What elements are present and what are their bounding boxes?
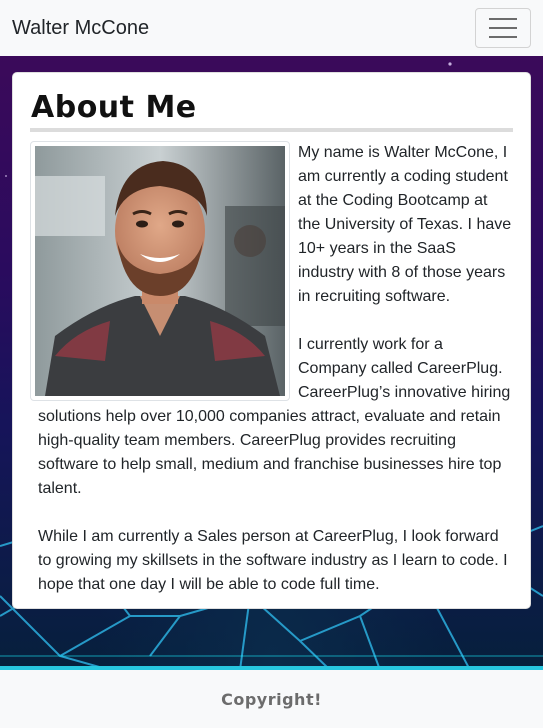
- title-divider: [30, 128, 513, 132]
- about-card: About Me My name is Walter McCone, I am …: [12, 72, 531, 609]
- profile-photo: [30, 141, 290, 401]
- brand-link[interactable]: Walter McCone: [12, 17, 149, 40]
- profile-photo-image: [35, 146, 285, 396]
- about-content: My name is Walter McCone, I am currently…: [30, 141, 513, 597]
- navbar: Walter McCone: [0, 0, 543, 56]
- footer: Copyright!: [0, 670, 543, 728]
- copyright-text: Copyright!: [221, 689, 322, 709]
- page-title: About Me: [31, 90, 197, 125]
- about-paragraph-3: While I am currently a Sales person at C…: [38, 528, 508, 593]
- navbar-toggler-button[interactable]: [475, 8, 531, 48]
- hamburger-icon: [489, 18, 517, 20]
